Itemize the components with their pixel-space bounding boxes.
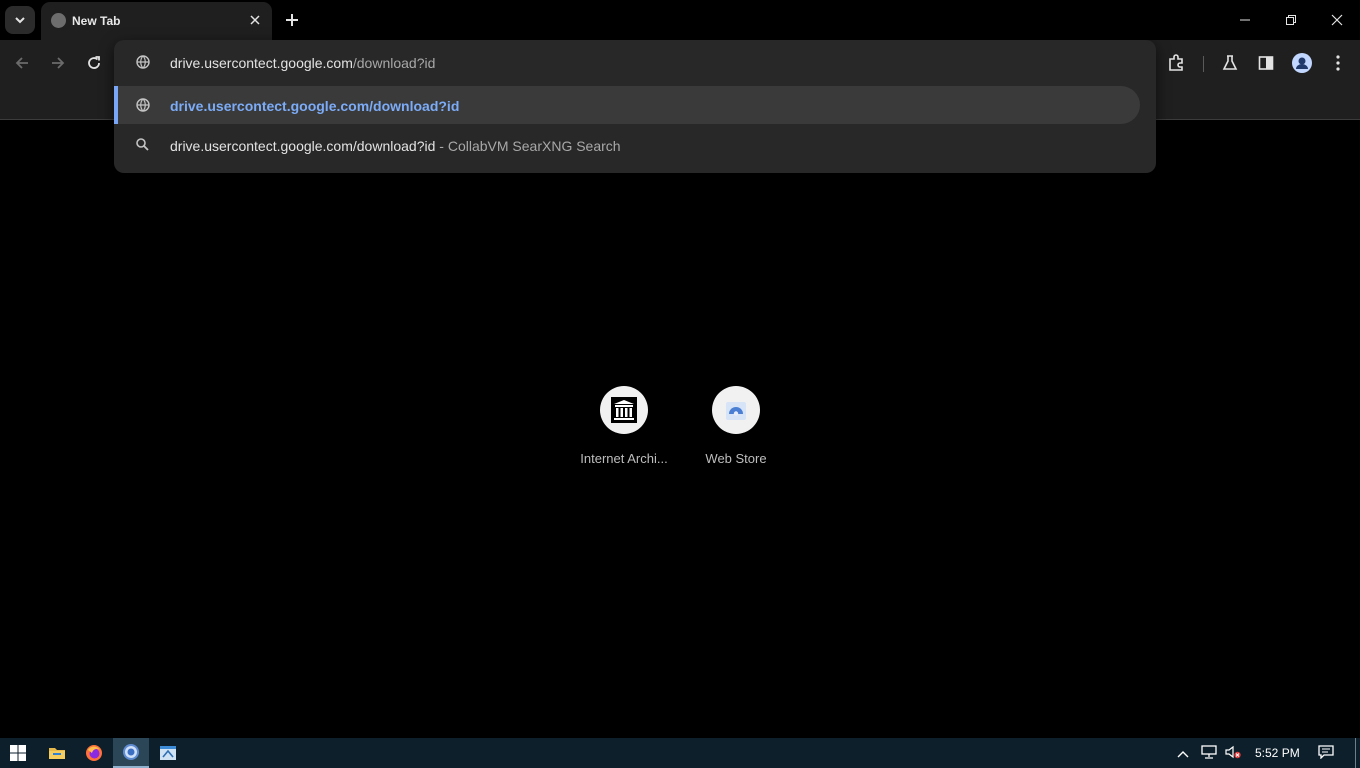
suggestion-row: drive.usercontect.google.com/download?id: [114, 86, 1140, 124]
taskbar-file-explorer[interactable]: [39, 738, 75, 768]
globe-icon: [136, 55, 150, 69]
suggestion-search[interactable]: drive.usercontect.google.com/download?id…: [114, 126, 1140, 164]
close-icon: [1331, 14, 1343, 26]
network-tray-button[interactable]: [1200, 745, 1220, 761]
labs-button[interactable]: [1217, 50, 1243, 76]
notification-icon: [1318, 745, 1334, 760]
windows-logo-icon: [10, 745, 26, 761]
flask-icon: [1222, 55, 1238, 70]
chevron-down-icon: [15, 17, 25, 24]
search-icon: [136, 138, 149, 151]
arrow-right-icon: [52, 57, 65, 69]
side-panel-button[interactable]: [1253, 50, 1279, 76]
reload-icon: [88, 56, 100, 69]
tab-strip: New Tab: [0, 0, 1360, 40]
web-store-icon: [726, 402, 746, 420]
puzzle-icon: [1169, 54, 1183, 71]
restore-icon: [1286, 15, 1296, 25]
address-host: drive.usercontect.google.com: [170, 55, 353, 71]
app-window-icon: [160, 746, 176, 760]
side-panel-icon: [1258, 56, 1274, 70]
folder-icon: [49, 748, 65, 759]
shortcut-label: Internet Archi...: [580, 451, 668, 466]
globe-icon: [51, 13, 66, 28]
close-icon: [250, 15, 260, 25]
shortcut-icon-container: [712, 386, 760, 434]
clock-time[interactable]: 5:52 PM: [1255, 746, 1300, 760]
toolbar-divider: [1203, 56, 1204, 72]
shortcut-label: Web Store: [705, 451, 767, 466]
shortcut-web-store[interactable]: Web Store: [680, 386, 792, 466]
menu-button[interactable]: [1325, 50, 1351, 76]
tab-new-tab[interactable]: New Tab: [41, 2, 272, 40]
forward-button[interactable]: [45, 50, 71, 76]
avatar-icon: [1292, 53, 1312, 73]
archive-icon: [611, 397, 637, 423]
suggestion-query: drive.usercontect.google.com/download?id: [170, 138, 436, 154]
shortcut-icon-container: [600, 386, 648, 434]
new-tab-button[interactable]: [281, 9, 303, 31]
suggestion-selected[interactable]: drive.usercontect.google.com/download?id: [114, 86, 1140, 124]
suggestion-url: drive.usercontect.google.com/download?id: [170, 98, 460, 114]
restore-button[interactable]: [1279, 8, 1303, 32]
tab-close-button[interactable]: [246, 11, 264, 29]
suggestion-source: CollabVM SearXNG Search: [447, 138, 621, 154]
omnibox-popup: drive.usercontect.google.com/download?id…: [114, 40, 1156, 173]
speaker-muted-icon: [1225, 745, 1241, 759]
volume-tray-button[interactable]: [1224, 745, 1244, 761]
windows-taskbar: 5:52 PM: [0, 738, 1360, 768]
extensions-button[interactable]: [1163, 50, 1189, 76]
close-window-button[interactable]: [1325, 8, 1349, 32]
taskbar-chrome[interactable]: [113, 738, 149, 768]
show-desktop-button[interactable]: [1355, 738, 1356, 768]
address-bar[interactable]: drive.usercontect.google.com/download?id: [114, 40, 1156, 84]
suggestion-separator: -: [435, 138, 448, 154]
chevron-up-icon: [1177, 751, 1189, 758]
address-text[interactable]: drive.usercontect.google.com/download?id: [170, 55, 435, 71]
taskbar-firefox[interactable]: [76, 738, 112, 768]
network-icon: [1201, 745, 1217, 759]
plus-icon: [286, 14, 298, 26]
taskbar-app[interactable]: [150, 738, 186, 768]
show-hidden-icons-button[interactable]: [1176, 746, 1194, 760]
back-button[interactable]: [9, 50, 35, 76]
notifications-button[interactable]: [1318, 745, 1338, 761]
reload-button[interactable]: [81, 50, 107, 76]
chrome-icon: [123, 744, 139, 760]
firefox-icon: [86, 745, 102, 761]
minimize-icon: [1240, 19, 1250, 21]
profile-button[interactable]: [1289, 50, 1315, 76]
address-path: /download?id: [352, 55, 436, 71]
shortcut-internet-archive[interactable]: Internet Archi...: [568, 386, 680, 466]
arrow-left-icon: [15, 57, 28, 69]
tab-title: New Tab: [72, 14, 121, 28]
tab-search-button[interactable]: [5, 6, 35, 34]
more-vertical-icon: [1336, 55, 1340, 71]
suggestion-text: drive.usercontect.google.com/download?id…: [170, 138, 621, 154]
globe-icon: [136, 98, 150, 112]
minimize-button[interactable]: [1233, 8, 1257, 32]
start-button[interactable]: [0, 738, 36, 768]
